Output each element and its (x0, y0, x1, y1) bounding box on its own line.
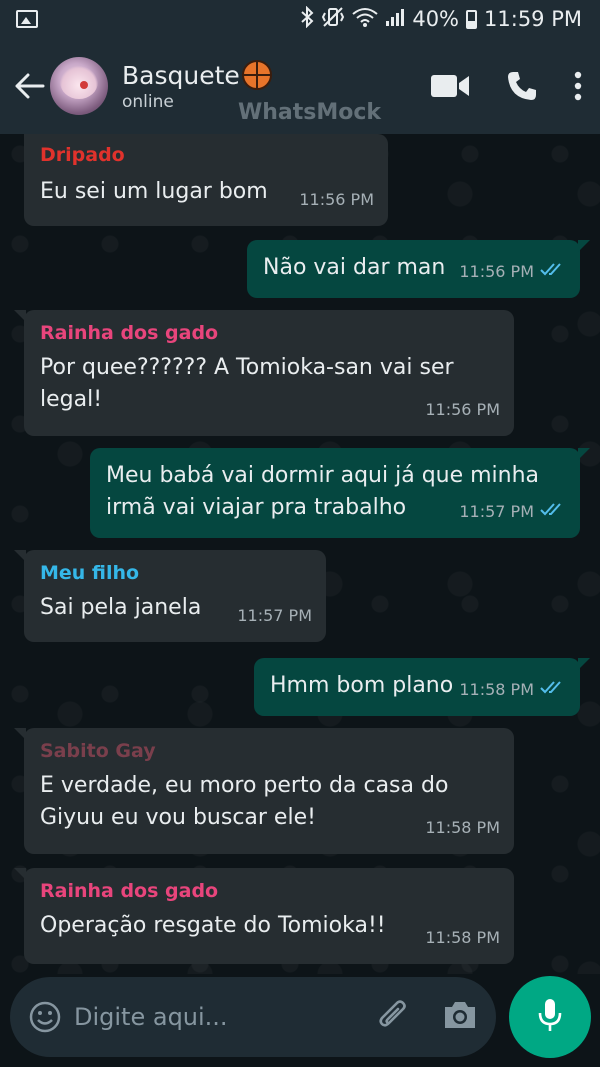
chat-area[interactable]: Dripado Eu sei um lugar bom 11:56 PM Não… (0, 134, 600, 974)
chat-header: Basquete online WhatsMock (0, 38, 600, 134)
message-bubble-incoming[interactable]: Dripado Eu sei um lugar bom 11:56 PM (24, 134, 388, 226)
message-input[interactable] (74, 1003, 376, 1031)
voice-call-icon[interactable] (506, 70, 538, 102)
message-time: 11:56 PM (299, 190, 374, 209)
message-sender: Dripado (40, 144, 125, 166)
avatar[interactable] (50, 57, 108, 115)
message-bubble-incoming[interactable]: Sabito Gay E verdade, eu moro perto da c… (14, 728, 514, 854)
message-sender: Sabito Gay (40, 740, 156, 762)
more-options-icon[interactable] (574, 71, 582, 101)
message-bubble-incoming[interactable]: Rainha dos gado Por quee?????? A Tomioka… (14, 310, 514, 436)
read-receipt-icon (540, 674, 566, 706)
message-text-line: Meu babá vai dormir aqui já que minha (106, 463, 540, 488)
message-time: 11:58 PM (459, 680, 534, 699)
camera-icon[interactable] (442, 1000, 478, 1034)
message-time: 11:58 PM (425, 928, 500, 947)
message-bubble-incoming[interactable]: Meu filho Sai pela janela 11:57 PM (14, 550, 326, 642)
back-arrow-icon[interactable] (10, 66, 50, 106)
battery-icon (466, 9, 478, 29)
message-bubble-outgoing[interactable]: Não vai dar man 11:56 PM (247, 240, 590, 298)
mic-icon (537, 997, 563, 1037)
bluetooth-icon (300, 5, 314, 32)
message-time: 11:56 PM (425, 400, 500, 419)
vibrate-icon (321, 6, 345, 33)
read-receipt-icon (540, 496, 566, 528)
basketball-icon (241, 60, 272, 90)
status-bar: 40% 11:59 PM (0, 0, 600, 38)
message-input-bar (10, 977, 496, 1057)
attach-icon[interactable] (376, 997, 412, 1037)
gallery-icon (16, 10, 38, 28)
message-sender: Rainha dos gado (40, 880, 219, 902)
message-text-line: Por quee?????? A Tomioka-san vai ser (40, 355, 454, 380)
message-time: 11:57 PM (237, 606, 312, 625)
emoji-icon[interactable] (28, 1000, 62, 1034)
message-bubble-outgoing[interactable]: Hmm bom plano 11:58 PM (254, 658, 590, 716)
message-sender: Meu filho (40, 562, 140, 584)
message-time: 11:58 PM (425, 818, 500, 837)
chat-title-text: Basquete (122, 60, 240, 90)
signal-icon (385, 7, 405, 32)
message-bubble-outgoing[interactable]: Meu babá vai dormir aqui já que minha ir… (90, 448, 590, 538)
wifi-icon (352, 6, 378, 33)
message-sender: Rainha dos gado (40, 322, 219, 344)
watermark: WhatsMock (238, 100, 382, 125)
video-call-icon[interactable] (430, 73, 470, 99)
read-receipt-icon (540, 256, 566, 288)
chat-title: Basquete (122, 60, 272, 90)
status-time: 11:59 PM (484, 7, 582, 31)
message-text-line: E verdade, eu moro perto da casa do (40, 773, 449, 798)
message-time: 11:56 PM (459, 262, 534, 281)
message-time: 11:57 PM (459, 502, 534, 521)
mic-button[interactable] (509, 976, 591, 1058)
battery-percent: 40% (412, 7, 460, 31)
message-bubble-incoming[interactable]: Rainha dos gado Operação resgate do Tomi… (14, 868, 514, 964)
